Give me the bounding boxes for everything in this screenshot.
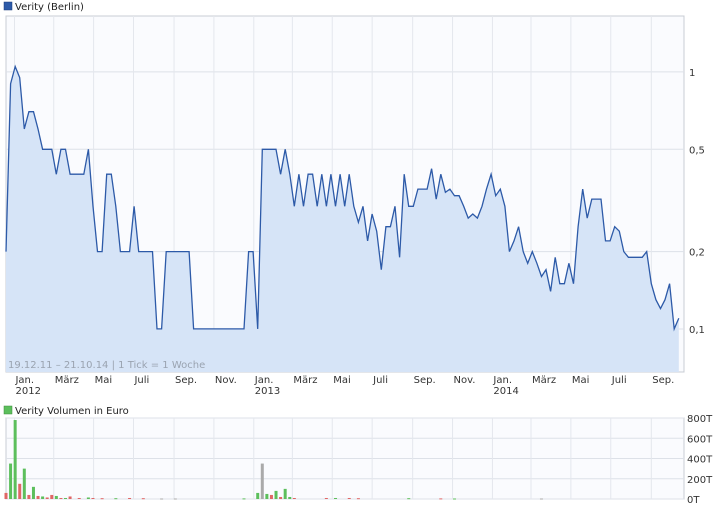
- volume-bar: [59, 497, 63, 499]
- x-tick-label: Jan.: [492, 375, 512, 386]
- volume-bar: [45, 497, 49, 499]
- volume-bar: [256, 492, 260, 499]
- volume-bar: [283, 488, 287, 499]
- x-tick-label: Juli: [372, 375, 388, 386]
- volume-bar: [439, 498, 443, 500]
- volume-bar: [407, 498, 411, 500]
- x-tick-label: Sep.: [175, 375, 197, 386]
- volume-bar: [288, 496, 292, 499]
- volume-y-tick-label: 800T: [687, 414, 713, 425]
- volume-bar: [13, 420, 17, 499]
- price-y-tick-label: 0,2: [689, 248, 705, 259]
- price-legend-label: Verity (Berlin): [15, 2, 84, 13]
- volume-bar: [36, 495, 40, 499]
- volume-bar: [41, 496, 45, 499]
- volume-bar: [453, 498, 457, 500]
- volume-bar: [160, 498, 164, 500]
- price-legend-swatch: [3, 1, 13, 11]
- volume-bar: [114, 498, 118, 500]
- volume-bar: [4, 492, 8, 499]
- x-tick-label: März: [55, 375, 79, 386]
- price-footer: 19.12.11 – 21.10.14 | 1 Tick = 1 Woche: [8, 360, 205, 371]
- x-tick-label: Juli: [133, 375, 149, 386]
- volume-bar: [265, 493, 269, 499]
- price-panel: 10,50,20,1 Jan.2012März Mai Juli Sep. Nov. Ja…: [3, 1, 705, 397]
- volume-bar: [22, 468, 26, 499]
- volume-bar: [9, 463, 13, 499]
- volume-y-tick-label: 200T: [687, 475, 713, 486]
- volume-legend-label: Verity Volumen in Euro: [15, 406, 129, 417]
- verity-chart: 10,50,20,1 Jan.2012März Mai Juli Sep. Nov. Ja…: [3, 1, 713, 506]
- volume-panel: 800T 600T 400T 200T 0T Verity Volumen in Eur…: [3, 405, 713, 506]
- x-tick-label: Sep.: [414, 375, 436, 386]
- price-y-axis: 1 0,5 0,2 0,1: [689, 68, 705, 336]
- volume-bar: [539, 498, 543, 500]
- x-tick-label: Mai: [333, 375, 351, 386]
- x-tick-label: Jan.: [254, 375, 274, 386]
- volume-bar: [91, 497, 95, 499]
- volume-bar: [279, 496, 283, 499]
- volume-y-axis: 800T 600T 400T 200T 0T: [687, 414, 713, 506]
- volume-bar: [100, 498, 104, 500]
- volume-bar: [63, 497, 67, 499]
- volume-bar: [18, 483, 22, 499]
- volume-bar: [86, 497, 90, 499]
- x-tick-label: Juli: [611, 375, 627, 386]
- volume-bar: [31, 486, 35, 499]
- volume-bar: [242, 498, 246, 500]
- volume-y-tick-label: 400T: [687, 455, 713, 466]
- price-y-tick-label: 0,1: [689, 325, 705, 336]
- volume-bar: [27, 494, 31, 499]
- x-tick-label: Jan.: [14, 375, 34, 386]
- x-tick-label: März: [532, 375, 556, 386]
- volume-bar: [269, 494, 273, 499]
- volume-bar: [356, 498, 360, 500]
- x-tick-year-label: 2013: [255, 386, 280, 397]
- volume-y-tick-label: 0T: [687, 495, 700, 506]
- volume-y-tick-label: 600T: [687, 434, 713, 445]
- volume-legend-swatch: [3, 405, 13, 415]
- price-x-axis: Jan.2012März Mai Juli Sep. Nov. Jan.2013März M…: [14, 375, 674, 397]
- volume-bar: [77, 497, 81, 499]
- x-tick-label: Sep.: [652, 375, 674, 386]
- volume-bar: [173, 498, 177, 500]
- volume-bar: [260, 463, 264, 499]
- volume-bar: [68, 496, 72, 499]
- volume-bar: [274, 490, 278, 499]
- x-tick-label: Nov.: [215, 375, 237, 386]
- x-tick-label: Mai: [572, 375, 590, 386]
- volume-bar: [334, 497, 338, 499]
- x-tick-label: März: [293, 375, 317, 386]
- volume-bar: [324, 497, 328, 499]
- volume-bar: [292, 497, 296, 499]
- x-tick-label: Mai: [95, 375, 113, 386]
- price-y-tick-label: 1: [689, 68, 695, 79]
- volume-bar: [54, 495, 58, 499]
- x-tick-year-label: 2014: [493, 386, 518, 397]
- volume-bar: [50, 494, 54, 499]
- price-y-tick-label: 0,5: [689, 145, 705, 156]
- volume-bar: [128, 497, 132, 499]
- volume-bar: [141, 498, 145, 500]
- volume-bar: [347, 497, 351, 499]
- x-tick-label: Nov.: [454, 375, 476, 386]
- x-tick-year-label: 2012: [15, 386, 40, 397]
